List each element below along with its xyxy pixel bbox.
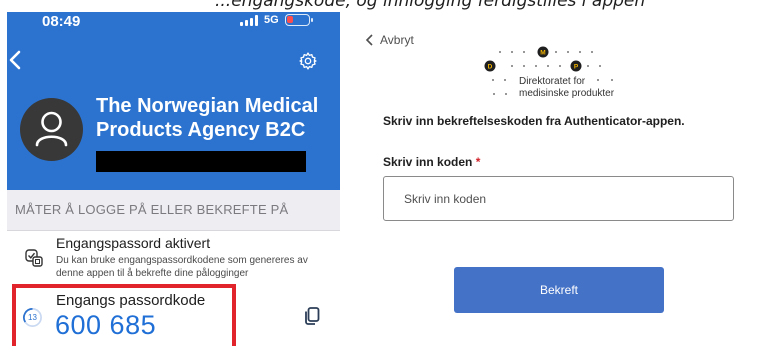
status-bar-right: 5G (240, 14, 313, 26)
user-icon (35, 111, 68, 147)
cancel-link[interactable]: Avbryt (365, 33, 414, 47)
one-time-code: 600 685 (55, 310, 157, 340)
code-field-label: Skriv inn koden * (383, 155, 480, 169)
code-field-label-text: Skriv inn koden (383, 155, 473, 169)
chevron-left-icon (365, 34, 373, 46)
logo-letter-m: M (540, 50, 545, 57)
otp-row-description: Du kan bruke engangspassordkodene som ge… (56, 255, 308, 279)
logo-line-2: medisinske produkter (519, 88, 615, 99)
otp-check-icon (25, 249, 43, 267)
signal-icon (240, 14, 258, 26)
code-input[interactable] (383, 176, 734, 221)
confirm-button[interactable]: Bekreft (454, 267, 664, 313)
battery-icon (284, 14, 313, 26)
cancel-label: Avbryt (380, 33, 414, 47)
network-type: 5G (264, 14, 279, 26)
app-title: The Norwegian Medical Products Agency B2… (96, 95, 319, 141)
required-marker: * (475, 155, 481, 169)
caption-text: ...engangskode, og innlogging ferdigstil… (215, 0, 646, 11)
otp-row-title: Engangspassord aktivert (56, 235, 211, 251)
copy-icon[interactable] (304, 307, 320, 325)
instruction-text: Skriv inn bekreftelseskoden fra Authenti… (383, 114, 685, 128)
redacted-account-name (96, 151, 306, 172)
logo-letter-p: P (574, 64, 579, 71)
code-label: Engangs passordkode (56, 292, 206, 309)
logo-letter-d: D (488, 64, 493, 71)
avatar (20, 98, 83, 161)
gear-icon[interactable] (298, 51, 318, 71)
logo-wordmark: Direktoratet for medisinske produkter (519, 76, 614, 100)
logo-line-1: Direktoratet for (519, 76, 586, 87)
section-header: MÅTER Å LOGGE PÅ ELLER BEKREFTE PÅ (7, 190, 340, 230)
back-chevron-icon[interactable] (8, 50, 22, 70)
countdown-timer-value: 13 (28, 313, 37, 322)
status-time: 08:49 (42, 13, 81, 30)
